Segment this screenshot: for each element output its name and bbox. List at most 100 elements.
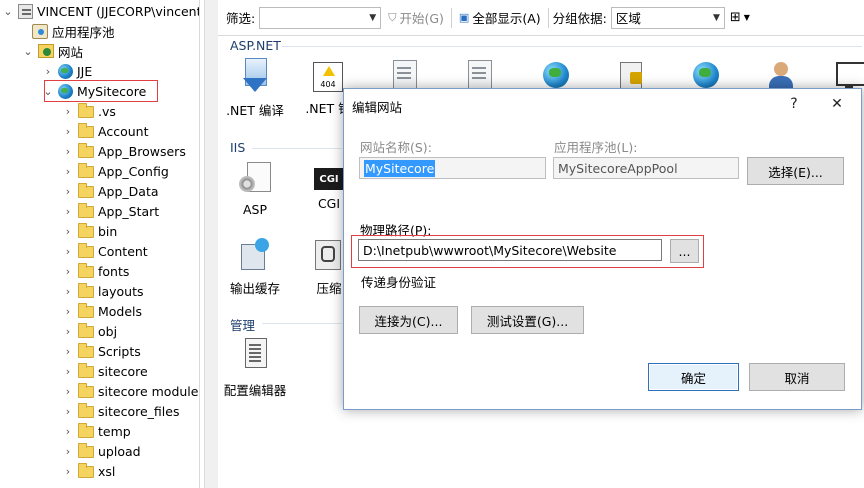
chevron-right-icon[interactable]: › [62,321,74,341]
app-pool-value: MySitecoreAppPool [558,160,678,176]
tree-folder-label: sitecore [98,363,148,379]
chevron-right-icon[interactable]: › [62,101,74,121]
folder-icon [78,123,94,139]
chevron-right-icon[interactable]: › [62,221,74,241]
folder-icon [78,203,94,219]
tree-folder-label: bin [98,223,118,239]
tree-folder-item[interactable]: › App_Start [62,201,159,221]
folder-icon [78,303,94,319]
connect-as-button[interactable]: 连接为(C)... [359,306,458,334]
splitter[interactable] [204,0,218,488]
tree-folder-item[interactable]: › .vs [62,101,116,121]
feature-asp[interactable]: ASP [220,160,290,217]
output-cache-icon [237,236,273,272]
ok-button[interactable]: 确定 [648,363,739,391]
group-by-value: 区域 [615,11,641,26]
tree-node-sites[interactable]: ⌄ 网站 [22,41,83,61]
tree-folder-item[interactable]: › sitecore_files [62,401,179,421]
grid-view-icon: ⊞ [729,10,741,25]
chevron-right-icon[interactable]: › [62,341,74,361]
tree-folder-label: Scripts [98,343,141,359]
tree-folder-item[interactable]: › Account [62,121,148,141]
chevron-right-icon[interactable]: › [62,281,74,301]
feature-net-compile[interactable]: .NET 编译 [220,58,290,119]
tree-folder-label: sitecore modules [98,383,200,399]
tree-node-app-pools[interactable]: 应用程序池 [28,21,115,41]
chevron-right-icon[interactable]: › [62,241,74,261]
chevron-down-icon[interactable]: ⌄ [22,41,34,61]
view-mode-button[interactable]: ⊞ ▼ [727,10,753,25]
feature-config-editor[interactable]: 配置编辑器 [220,338,290,399]
tree-folder-item[interactable]: › upload [62,441,141,461]
chevron-right-icon[interactable]: › [62,401,74,421]
compress-icon [311,236,347,272]
feature-output-cache[interactable]: 输出缓存 [220,236,290,297]
error-404-icon [313,62,343,92]
tree-folder-item[interactable]: › bin [62,221,117,241]
chevron-right-icon[interactable]: › [62,121,74,141]
chevron-right-icon[interactable]: › [62,301,74,321]
tree-folder-item[interactable]: › Content [62,241,148,261]
browse-button[interactable]: ... [670,239,699,263]
start-label: 开始(G) [399,11,444,26]
chevron-right-icon[interactable]: › [62,461,74,481]
tree-folder-item[interactable]: › App_Config [62,161,169,181]
chevron-right-icon[interactable]: › [62,441,74,461]
tree-folder-item[interactable]: › fonts [62,261,129,281]
server-icon [18,3,33,19]
filter-input[interactable]: ▼ [259,6,382,29]
chevron-right-icon[interactable]: › [62,161,74,181]
separator [547,7,549,28]
folder-icon [78,443,94,459]
tree-folder-label: App_Config [98,163,169,179]
app-pool-icon [32,23,48,39]
folder-icon [78,143,94,159]
tree-folder-item[interactable]: › temp [62,421,131,441]
chevron-right-icon[interactable]: › [62,141,74,161]
close-button[interactable]: ✕ [823,93,851,115]
tree-folder-item[interactable]: › App_Data [62,181,159,201]
tree-node-site-jje[interactable]: › JJE [42,61,92,81]
tree-folder-item[interactable]: › App_Browsers [62,141,186,161]
chevron-right-icon[interactable]: › [62,201,74,221]
tree-folder-label: fonts [98,263,130,279]
chevron-right-icon[interactable]: › [42,61,54,81]
tree-label-server: VINCENT (JJECORP\vincent [37,3,200,19]
chevron-right-icon[interactable]: › [62,421,74,441]
funnel-icon: ⛉ [388,10,397,24]
help-button[interactable]: ? [780,93,808,115]
app-pool-label: 应用程序池(L): [554,140,638,155]
section-divider [262,323,342,324]
tree-node-server[interactable]: ⌄ VINCENT (JJECORP\vincent [2,1,200,21]
tree-folder-item[interactable]: › layouts [62,281,144,301]
show-all-button[interactable]: ▣ 全部显示(A) [456,8,544,27]
test-settings-button[interactable]: 测试设置(G)... [471,306,584,334]
dropdown-arrow-icon: ▼ [743,13,750,22]
chevron-right-icon[interactable]: › [62,381,74,401]
tree-folder-item[interactable]: › sitecore modules [62,381,200,401]
physical-path-input[interactable]: D:\Inetpub\wwwroot\MySitecore\Website [358,239,662,261]
chevron-right-icon[interactable]: › [62,361,74,381]
show-all-icon: ▣ [458,11,470,24]
section-manage: 管理 [230,318,256,333]
tree-folder-item[interactable]: › Models [62,301,142,321]
show-all-label: 全部显示(A) [472,11,541,26]
connections-tree: ⌄ VINCENT (JJECORP\vincent 应用程序池 ⌄ 网站 › … [0,0,200,488]
section-aspnet: ASP.NET [230,38,281,53]
select-app-pool-button[interactable]: 选择(E)... [747,157,844,185]
feature-label: ASP [242,202,268,217]
tree-folder-item[interactable]: › Scripts [62,341,141,361]
group-by-select[interactable]: 区域 ▼ [610,6,725,29]
chevron-down-icon[interactable]: ⌄ [2,1,14,21]
tree-folder-item[interactable]: › sitecore [62,361,148,381]
folder-icon [78,343,94,359]
cancel-button[interactable]: 取消 [749,363,845,391]
tree-folder-item[interactable]: › xsl [62,461,115,481]
tree-folder-item[interactable]: › obj [62,321,117,341]
chevron-right-icon[interactable]: › [62,181,74,201]
site-name-field[interactable]: MySitecore [359,157,546,179]
start-button[interactable]: ⛉ 开始(G) [385,8,447,27]
chevron-right-icon[interactable]: › [62,261,74,281]
asp-gear-icon [237,160,273,196]
dialog-title: 编辑网站 [352,100,403,115]
